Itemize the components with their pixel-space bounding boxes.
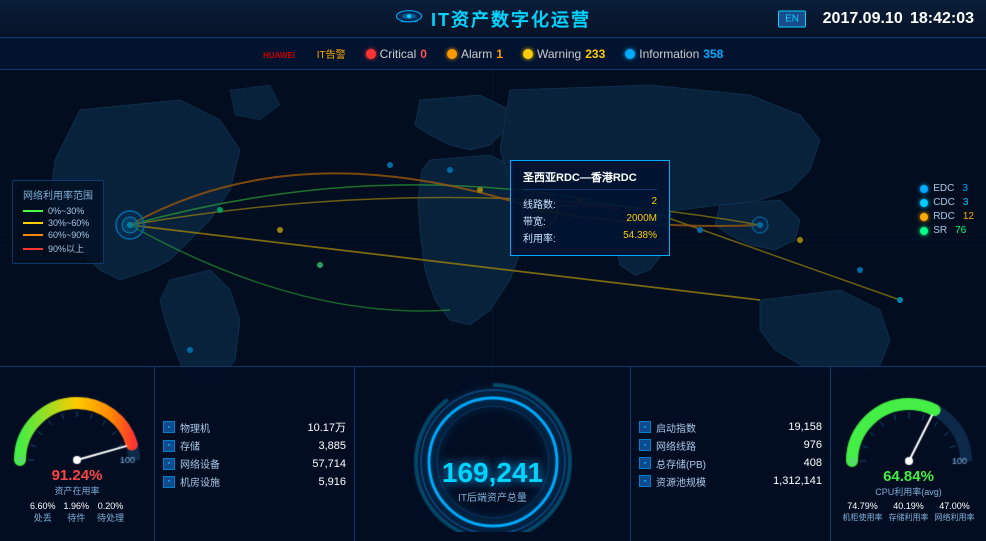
world-map-svg — [0, 70, 986, 410]
cloud-icon: ▪ — [639, 475, 651, 487]
gauge-left-label: 资产在用率 — [54, 484, 99, 497]
main-gauge-canvas — [413, 372, 573, 532]
facility-icon: ▪ — [163, 476, 175, 488]
map-background: 圣西亚RDC—香港RDC 线路数: 2 带宽: 2000M 利用率: 54.38… — [0, 70, 986, 410]
stat-row-2: ▪ 网络设备 57,714 — [163, 456, 346, 471]
alert-bar: HUAWEI IT告警 Critical 0 Alarm 1 Warning 2… — [0, 38, 986, 70]
stat-row-right-2: ▪ 总存储(PB) 408 — [639, 456, 822, 471]
header: IT资产数字化运营 2017.09.10 18:42:03 EN — [0, 0, 986, 38]
storage-right-icon: ▪ — [639, 457, 651, 469]
alarm-dot — [447, 49, 457, 59]
information-dot — [625, 49, 635, 59]
header-datetime: 2017.09.10 18:42:03 — [823, 10, 974, 28]
logo-icon — [395, 8, 423, 30]
alert-information: Information 358 — [625, 47, 723, 61]
gauge-left-percent: 91.24% — [52, 468, 103, 483]
map-tooltip: 圣西亚RDC—香港RDC 线路数: 2 带宽: 2000M 利用率: 54.38… — [510, 160, 670, 256]
panel-gauge-left: 91.24% 资产在用率 6.60% 处丢 1.96% 待件 0.20% 待处理 — [0, 366, 155, 541]
cdc-dot — [920, 199, 928, 207]
legend-datacenter: EDC 3 CDC 3 RDC 12 SR 76 — [920, 180, 974, 239]
legend-rdc: RDC 12 — [920, 211, 974, 222]
legend-red-line — [23, 248, 43, 250]
stat-item-1: 1.96% 待件 — [63, 501, 89, 524]
svg-text:HUAWEI: HUAWEI — [263, 51, 295, 60]
edc-dot — [920, 185, 928, 193]
gauge-right-footer-stats: 74.79% 机柜使用率 40.19% 存储利用率 47.00% 网络利用率 — [843, 501, 975, 523]
legend-cdc: CDC 3 — [920, 197, 974, 208]
storage-icon: ▪ — [163, 440, 175, 452]
alert-critical: Critical 0 — [366, 47, 427, 61]
power-icon: ▪ — [639, 421, 651, 433]
legend-0-30: 0%~30% — [23, 206, 93, 216]
stat-row-right-0: ▪ 启动指数 19,158 — [639, 420, 822, 435]
legend-90plus: 90%以上 — [23, 242, 93, 255]
gauge-left-canvas — [12, 388, 142, 468]
huawei-logo-icon: HUAWEI — [263, 45, 313, 63]
alert-brand: HUAWEI IT告警 — [263, 45, 346, 63]
gauge-right-label: CPU利用率(avg) — [875, 485, 942, 498]
panel-center-stats: ▪ 物理机 10.17万 ▪ 存储 3,885 ▪ 网络设备 57,714 ▪ … — [155, 366, 355, 541]
legend-yellow-line — [23, 222, 43, 224]
alert-warning: Warning 233 — [523, 47, 605, 61]
alert-alarm: Alarm 1 — [447, 47, 503, 61]
stat-row-3: ▪ 机房设施 5,916 — [163, 474, 346, 489]
legend-60-90: 60%~90% — [23, 230, 93, 240]
legend-30-60: 30%~60% — [23, 218, 93, 228]
tooltip-row-2: 利用率: 54.38% — [523, 230, 657, 245]
gauge-left-stats: 6.60% 处丢 1.96% 待件 0.20% 待处理 — [30, 501, 124, 524]
legend-sr: SR 76 — [920, 225, 974, 236]
stat-row-right-3: ▪ 资源池规模 1,312,141 — [639, 474, 822, 489]
main-count: 169,241 — [442, 459, 543, 487]
network-icon: ▪ — [163, 458, 175, 470]
legend-green-line — [23, 210, 43, 212]
language-button[interactable]: EN — [778, 10, 806, 27]
legend-utilization: 网络利用率范围 0%~30% 30%~60% 60%~90% 90%以上 — [12, 180, 104, 264]
gauge-right-canvas — [844, 389, 974, 469]
header-title: IT资产数字化运营 — [395, 6, 591, 32]
stat-row-0: ▪ 物理机 10.17万 — [163, 419, 346, 435]
critical-dot — [366, 49, 376, 59]
server-icon: ▪ — [163, 421, 175, 433]
bottom-panels: 91.24% 资产在用率 6.60% 处丢 1.96% 待件 0.20% 待处理… — [0, 366, 986, 541]
rdc-dot — [920, 213, 928, 221]
footer-stat-0: 74.79% 机柜使用率 — [843, 501, 883, 523]
stat-row-right-1: ▪ 网络线路 976 — [639, 438, 822, 453]
sr-dot — [920, 227, 928, 235]
tooltip-row-0: 线路数: 2 — [523, 196, 657, 211]
footer-stat-2: 47.00% 网络利用率 — [935, 501, 975, 523]
footer-stat-1: 40.19% 存储利用率 — [889, 501, 929, 523]
legend-edc: EDC 3 — [920, 183, 974, 194]
stat-row-1: ▪ 存储 3,885 — [163, 438, 346, 453]
gauge-right-percent: 64.84% — [883, 469, 934, 484]
warning-dot — [523, 49, 533, 59]
legend-orange-line — [23, 234, 43, 236]
stat-item-0: 6.60% 处丢 — [30, 501, 56, 524]
network-right-icon: ▪ — [639, 439, 651, 451]
panel-right-stats: ▪ 启动指数 19,158 ▪ 网络线路 976 ▪ 总存储(PB) 408 ▪… — [631, 366, 831, 541]
tooltip-row-1: 带宽: 2000M — [523, 213, 657, 228]
panel-main-gauge: 169,241 IT后端资产总量 — [355, 366, 631, 541]
map-container: 圣西亚RDC—香港RDC 线路数: 2 带宽: 2000M 利用率: 54.38… — [0, 70, 986, 410]
main-label: IT后端资产总量 — [442, 489, 543, 504]
panel-gauge-right: 64.84% CPU利用率(avg) 74.79% 机柜使用率 40.19% 存… — [831, 366, 986, 541]
tooltip-title: 圣西亚RDC—香港RDC — [523, 169, 657, 190]
stat-item-2: 0.20% 待处理 — [97, 501, 124, 524]
